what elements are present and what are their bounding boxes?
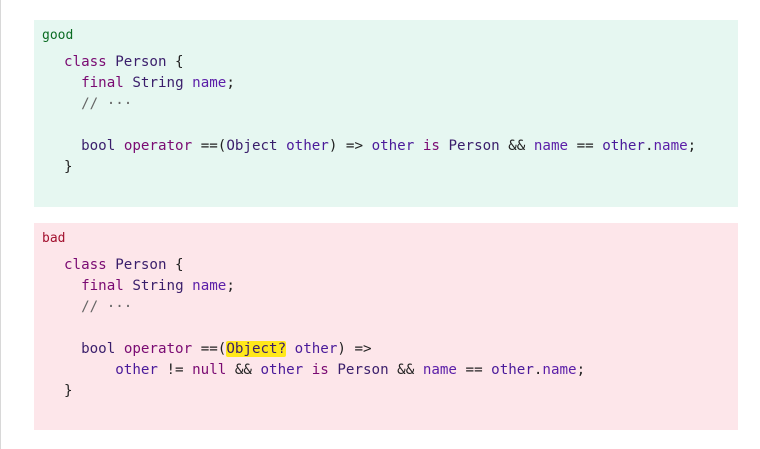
code-token: name bbox=[192, 278, 227, 294]
code-token: Person bbox=[115, 257, 167, 273]
code-token: ==( bbox=[192, 138, 227, 154]
code-token: ==( bbox=[192, 341, 227, 357]
code-token: final bbox=[81, 75, 124, 91]
code-token: final bbox=[81, 278, 124, 294]
code-line: } bbox=[64, 157, 696, 178]
code-token: { bbox=[166, 54, 184, 70]
code-token: class bbox=[64, 54, 107, 70]
code-line: } bbox=[64, 381, 585, 402]
bad-code-snippet: class Person { final String name; // ···… bbox=[64, 255, 585, 402]
code-token: Person bbox=[115, 54, 167, 70]
code-token: } bbox=[64, 383, 73, 399]
code-token: } bbox=[64, 159, 73, 175]
code-token: Object? bbox=[226, 341, 287, 357]
code-token: name bbox=[192, 75, 227, 91]
code-token: // ··· bbox=[81, 96, 133, 112]
code-token: null bbox=[192, 362, 227, 378]
code-line: final String name; bbox=[64, 276, 585, 297]
code-token: ; bbox=[226, 75, 235, 91]
code-token: operator bbox=[123, 341, 193, 357]
code-token: . bbox=[644, 138, 654, 154]
code-token: ) => bbox=[328, 138, 372, 154]
good-label: good bbox=[42, 28, 74, 43]
code-line: other != null && other is Person && name… bbox=[64, 360, 585, 381]
code-token: String bbox=[132, 75, 184, 91]
code-token: other bbox=[602, 138, 645, 154]
code-token: && bbox=[499, 138, 534, 154]
code-token: other bbox=[260, 362, 304, 378]
code-token: Person bbox=[337, 362, 389, 378]
code-token: == bbox=[456, 362, 492, 378]
code-token: other bbox=[286, 138, 329, 154]
bad-example-block: bad class Person { final String name; //… bbox=[34, 223, 738, 430]
code-token: { bbox=[166, 257, 184, 273]
code-token: other bbox=[294, 341, 338, 357]
code-line: // ··· bbox=[64, 297, 585, 318]
code-token: bool bbox=[81, 341, 116, 357]
code-line: bool operator ==(Object other) => other … bbox=[64, 136, 696, 157]
code-token: name bbox=[422, 362, 457, 378]
code-line: class Person { bbox=[64, 52, 696, 73]
code-token: other bbox=[491, 362, 534, 378]
code-token: ) => bbox=[337, 341, 372, 357]
code-line: bool operator ==(Object? other) => bbox=[64, 339, 585, 360]
bad-label: bad bbox=[42, 231, 66, 246]
code-token: name bbox=[653, 138, 688, 154]
code-token: String bbox=[132, 278, 184, 294]
code-token: ; bbox=[226, 278, 235, 294]
code-token: class bbox=[64, 257, 107, 273]
code-line: final String name; bbox=[64, 73, 696, 94]
code-token: other bbox=[115, 362, 158, 378]
code-token: && bbox=[226, 362, 261, 378]
code-token: other bbox=[371, 138, 415, 154]
code-token: is bbox=[311, 362, 329, 378]
good-code-snippet: class Person { final String name; // ···… bbox=[64, 52, 696, 178]
code-token: Object bbox=[226, 138, 278, 154]
code-token: Person bbox=[448, 138, 500, 154]
code-token: name bbox=[542, 362, 577, 378]
code-line: class Person { bbox=[64, 255, 585, 276]
code-token: ; bbox=[576, 362, 586, 378]
code-line: // ··· bbox=[64, 94, 696, 115]
page-left-border bbox=[0, 0, 1, 449]
code-token: bool bbox=[81, 138, 116, 154]
good-example-block: good class Person { final String name; /… bbox=[34, 20, 738, 207]
code-token: != bbox=[157, 362, 193, 378]
code-token: is bbox=[422, 138, 440, 154]
code-token: // ··· bbox=[81, 299, 133, 315]
code-token: operator bbox=[123, 138, 193, 154]
code-token: ; bbox=[687, 138, 697, 154]
code-token: == bbox=[568, 138, 603, 154]
code-token: name bbox=[533, 138, 569, 154]
code-token: && bbox=[388, 362, 423, 378]
